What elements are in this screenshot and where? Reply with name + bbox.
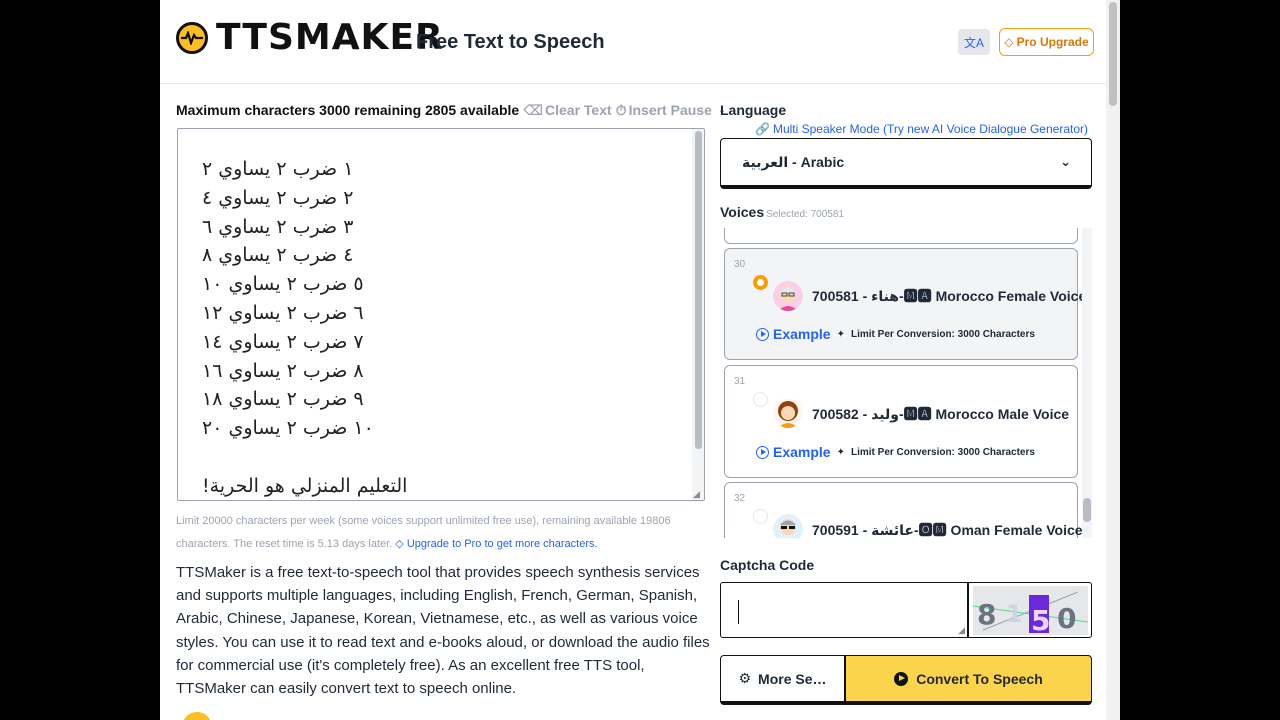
captcha-char: 1 bbox=[1006, 600, 1023, 628]
conversion-limit: Limit Per Conversion: 3000 Characters bbox=[850, 446, 1035, 458]
page-tagline: Free Text to Speech bbox=[416, 31, 605, 53]
editor-line: ٤ ضرب ٢ يساوي ٨ bbox=[202, 244, 354, 267]
emoji-icon bbox=[182, 712, 212, 720]
upgrade-pro-link-label: Upgrade to Pro to get more characters. bbox=[406, 538, 598, 550]
diamond-icon: ◇ bbox=[395, 538, 407, 550]
avatar bbox=[773, 398, 803, 428]
logo-wave-icon bbox=[176, 22, 208, 54]
editor-line: ١ ضرب ٢ يساوي ٢ bbox=[202, 158, 354, 180]
tool-description: TTSMaker is a free text-to-speech tool t… bbox=[176, 564, 710, 698]
more-settings-button[interactable]: ⚙ More Se… bbox=[720, 655, 845, 705]
voice-example-button[interactable]: Example ✦ Limit Per Conversion: 3000 Cha… bbox=[756, 326, 1035, 342]
voice-radio[interactable] bbox=[753, 275, 768, 290]
editor-line: ٦ ضرب ٢ يساوي ١٢ bbox=[202, 301, 364, 324]
clear-text-button[interactable]: ⌫ Clear Text bbox=[523, 102, 611, 119]
link-icon: 🔗 bbox=[755, 122, 770, 136]
play-icon bbox=[756, 445, 769, 459]
timer-icon: ⏱ bbox=[615, 101, 627, 118]
brand-name: TTSMAKER bbox=[216, 17, 444, 58]
captcha-label: Captcha Code bbox=[720, 557, 815, 573]
captcha-input[interactable]: ◢ bbox=[720, 582, 968, 638]
editor-line: التعليم المنزلي هو الحرية! bbox=[202, 474, 408, 497]
voice-card[interactable] bbox=[724, 228, 1078, 244]
convert-to-speech-button[interactable]: Convert To Speech bbox=[845, 655, 1092, 705]
voice-card-700582[interactable]: 31 700582 - وليد-🅼🅰 Morocco Male Voice E… bbox=[724, 365, 1078, 478]
editor-line: ٢ ضرب ٢ يساوي ٤ bbox=[202, 186, 354, 209]
eraser-icon: ⌫ bbox=[523, 101, 543, 118]
voice-list-scrollbar[interactable] bbox=[1082, 228, 1092, 538]
sliders-icon: ⚙ bbox=[738, 670, 752, 686]
editor-line: ٨ ضرب ٢ يساوي ١٦ bbox=[202, 359, 364, 382]
play-icon bbox=[756, 327, 769, 341]
voice-name: 700582 - وليد-🅼🅰 Morocco Male Voice bbox=[812, 406, 1070, 422]
clear-text-label: Clear Text bbox=[545, 102, 612, 118]
insert-pause-button[interactable]: ⏱ Insert Pause ⌄ bbox=[616, 102, 727, 119]
page: TTSMAKER Free Text to Speech 文A ◇ Pro Up… bbox=[160, 0, 1120, 720]
captcha-char: 5 bbox=[1031, 604, 1050, 635]
captcha-char: 0 bbox=[1057, 602, 1076, 635]
voice-index: 30 bbox=[734, 259, 746, 270]
voices-label: Voices Selected: 700581 bbox=[720, 204, 844, 220]
char-count-text: Maximum characters 3000 remaining 2805 a… bbox=[176, 102, 520, 118]
editor-line: ٩ ضرب ٢ يساوي ١٨ bbox=[202, 388, 364, 411]
voice-example-button[interactable]: Example ✦ Limit Per Conversion: 3000 Cha… bbox=[756, 444, 1035, 460]
avatar bbox=[773, 514, 803, 538]
editor-scrollbar[interactable] bbox=[692, 129, 704, 500]
voice-card-700581[interactable]: 30 700581 - هناء-🅼🅰 Morocco Female Voice… bbox=[724, 248, 1086, 360]
logo[interactable]: TTSMAKER bbox=[176, 20, 444, 56]
captcha-char: 8 bbox=[977, 598, 996, 631]
sparkle-icon: ✦ bbox=[836, 446, 845, 458]
voice-card-700591[interactable]: 32 700591 - عائشة-🅾🅼 Oman Female Voice bbox=[724, 482, 1083, 538]
upgrade-pro-link[interactable]: ◇ Upgrade to Pro to get more characters. bbox=[395, 538, 597, 550]
sparkle-icon: ✦ bbox=[836, 328, 845, 340]
multi-speaker-link-label: Multi Speaker Mode (Try new AI Voice Dia… bbox=[772, 122, 1088, 136]
example-label: Example bbox=[773, 326, 831, 342]
diamond-icon: ◇ bbox=[1004, 35, 1014, 49]
resize-handle[interactable]: ◢ bbox=[958, 625, 965, 636]
pro-upgrade-button[interactable]: ◇ Pro Upgrade bbox=[999, 28, 1094, 56]
weekly-limit-note: Limit 20000 characters per week (some vo… bbox=[176, 510, 706, 556]
voice-list: 30 700581 - هناء-🅼🅰 Morocco Female Voice… bbox=[720, 228, 1092, 538]
translate-icon: 文A bbox=[963, 35, 984, 50]
multi-speaker-link[interactable]: 🔗 Multi Speaker Mode (Try new AI Voice D… bbox=[755, 122, 1088, 136]
insert-pause-label: Insert Pause bbox=[628, 102, 712, 118]
chevron-down-icon: ⌄ bbox=[1060, 154, 1071, 169]
editor-line: ٧ ضرب ٢ يساوي ١٤ bbox=[202, 330, 364, 353]
language-select-value: العربية - Arabic bbox=[742, 153, 845, 170]
page-scrollbar[interactable] bbox=[1106, 0, 1120, 720]
editor-info-bar: Maximum characters 3000 remaining 2805 a… bbox=[176, 101, 726, 119]
voices-selected-text: Selected: 700581 bbox=[766, 209, 844, 220]
captcha-image[interactable]: 8 1 5 0 bbox=[968, 582, 1092, 638]
voice-index: 32 bbox=[734, 493, 746, 504]
avatar bbox=[773, 281, 803, 311]
convert-label: Convert To Speech bbox=[916, 670, 1043, 687]
language-label: Language bbox=[720, 102, 787, 118]
voices-label-text: Voices bbox=[720, 204, 765, 220]
editor-line: ٥ ضرب ٢ يساوي ١٠ bbox=[202, 273, 364, 296]
voice-radio[interactable] bbox=[753, 392, 768, 407]
voice-radio[interactable] bbox=[753, 509, 768, 524]
more-settings-label: More Se… bbox=[758, 670, 827, 687]
play-icon bbox=[894, 671, 909, 686]
example-label: Example bbox=[773, 444, 831, 460]
editor-text: ١ ضرب ٢ يساوي ٢ ٢ ضرب ٢ يساوي ٤ ٣ ضرب ٢ يس… bbox=[202, 155, 408, 500]
editor-line: ٣ ضرب ٢ يساوي ٦ bbox=[202, 215, 354, 238]
voice-name: 700591 - عائشة-🅾🅼 Oman Female Voice bbox=[812, 522, 1083, 538]
voice-name: 700581 - هناء-🅼🅰 Morocco Female Voice bbox=[812, 288, 1087, 304]
conversion-limit: Limit Per Conversion: 3000 Characters bbox=[850, 328, 1035, 340]
resize-handle[interactable]: ◢ bbox=[693, 489, 703, 499]
language-select[interactable]: العربية - Arabic ⌄ bbox=[720, 138, 1092, 189]
header: TTSMAKER Free Text to Speech 文A ◇ Pro Up… bbox=[160, 0, 1106, 84]
text-input-area[interactable]: ١ ضرب ٢ يساوي ٢ ٢ ضرب ٢ يساوي ٤ ٣ ضرب ٢ يس… bbox=[177, 128, 705, 501]
voice-index: 31 bbox=[734, 376, 746, 387]
editor-line: ١٠ ضرب ٢ يساوي ٢٠ bbox=[202, 417, 374, 440]
pro-upgrade-label: Pro Upgrade bbox=[1016, 35, 1089, 49]
translate-button[interactable]: 文A bbox=[958, 29, 990, 55]
